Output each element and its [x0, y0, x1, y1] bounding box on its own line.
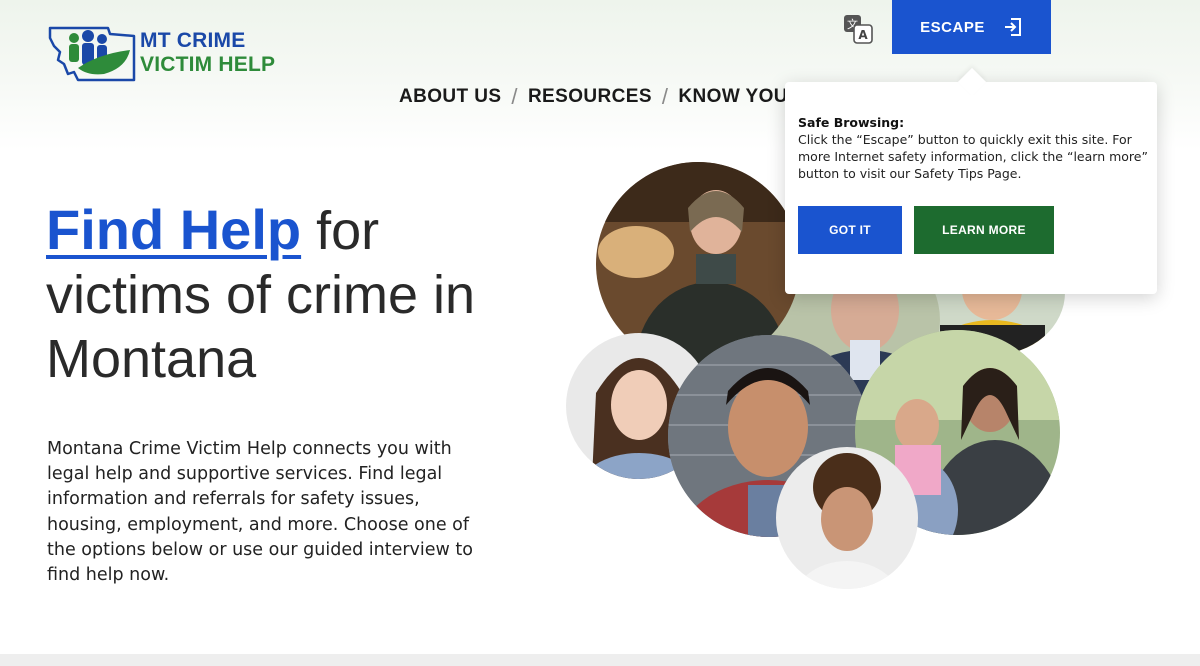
- main-nav: ABOUT US / RESOURCES / KNOW YOUR: [399, 84, 802, 110]
- translate-button[interactable]: 文 A: [843, 14, 873, 44]
- nav-separator: /: [661, 84, 669, 109]
- hero-title-line2: victims of crime in: [46, 265, 476, 325]
- nav-item-about-us[interactable]: ABOUT US: [399, 86, 501, 108]
- svg-text:A: A: [858, 28, 868, 42]
- footer-divider: [0, 654, 1200, 666]
- learn-more-button[interactable]: LEARN MORE: [914, 206, 1054, 254]
- logo-text: MT CRIME VICTIM HELP: [140, 29, 275, 77]
- logo-line-2: VICTIM HELP: [140, 53, 276, 76]
- escape-label: ESCAPE: [920, 18, 985, 36]
- find-help-link[interactable]: Find Help: [46, 198, 301, 261]
- safe-browsing-popover: Safe Browsing: Click the “Escape” button…: [785, 82, 1157, 294]
- hero-title-for: for: [301, 201, 380, 261]
- nav-separator: /: [511, 84, 518, 109]
- escape-button[interactable]: ESCAPE: [892, 0, 1051, 54]
- popover-title: Safe Browsing:: [798, 115, 905, 130]
- photo-curly-hair-woman: [776, 447, 918, 589]
- translate-icon: 文 A: [844, 15, 873, 44]
- nav-item-resources[interactable]: RESOURCES: [528, 86, 652, 108]
- popover-text: Click the “Escape” button to quickly exi…: [798, 132, 1148, 181]
- nav-item-know-your[interactable]: KNOW YOUR: [678, 86, 802, 108]
- exit-icon: [1004, 18, 1021, 36]
- hero-description: Montana Crime Victim Help connects you w…: [47, 439, 473, 586]
- got-it-button[interactable]: GOT IT: [798, 206, 902, 254]
- logo-line-1: MT CRIME: [140, 29, 246, 52]
- hero-title: Find Help for victims of crime in Montan…: [46, 198, 566, 391]
- montana-logo-icon: [48, 26, 136, 82]
- site-logo[interactable]: MT CRIME VICTIM HELP: [48, 24, 288, 86]
- hero-title-line3: Montana: [46, 329, 257, 389]
